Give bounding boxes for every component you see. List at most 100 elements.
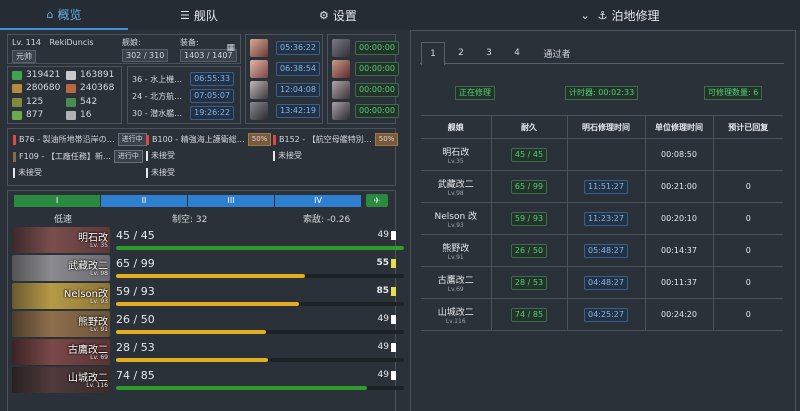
table-row: 明石改 Lv.35 45 / 45 00:08:50 bbox=[421, 138, 783, 171]
table-row: 熊野改 Lv.91 26 / 50 05:48:27 00:14:37 0 bbox=[421, 234, 783, 267]
hp-bar-fill bbox=[116, 274, 306, 278]
ship-row[interactable]: 熊野改 Lv. 91 26 / 50 49 bbox=[12, 311, 404, 337]
hp-value: 59 / 93 bbox=[510, 211, 548, 226]
sortie-button[interactable]: ✈ bbox=[366, 194, 388, 207]
tab-overview[interactable]: ⌂ 概览 bbox=[0, 0, 128, 30]
quests-panel: B76 - 製油所地帯沿岸の… 进行中 B100 - 精強海上護衛総… 50% B1… bbox=[7, 128, 399, 186]
unit-time: 00:08:50 bbox=[644, 138, 713, 171]
repair-fleet-tab-2[interactable]: 2 bbox=[449, 42, 473, 64]
tab-settings[interactable]: ⚙ 设置 bbox=[270, 0, 406, 30]
table-header: 舰娘 耐久 明石修理时间 单位修理时间 预计已回复 bbox=[421, 115, 783, 139]
expeditions-panel: 36 - 水上機… 06:55:33 24 - 北方航… 07:05:07 30 -… bbox=[127, 66, 241, 124]
quest-item[interactable]: 未接受 bbox=[146, 167, 175, 178]
table-row: 武藏改二 Lv.98 65 / 99 11:51:27 00:21:00 0 bbox=[421, 170, 783, 203]
ship-row[interactable]: 山城改二 Lv. 116 74 / 85 49 bbox=[12, 367, 404, 393]
fuel-icon bbox=[12, 70, 22, 80]
repair-tab-passed[interactable]: 通过者 bbox=[537, 42, 577, 64]
ship-row[interactable]: 武藏改二 Lv. 98 65 / 99 55 bbox=[12, 255, 404, 281]
bauxite-icon bbox=[66, 70, 76, 80]
quest-item[interactable]: B152 - 【航空母艦特別… 50% bbox=[273, 133, 399, 146]
unit-time: 00:24:20 bbox=[644, 298, 713, 331]
tab-anchorage-repair[interactable]: ⌄ ⚓ 泊地修理 bbox=[560, 0, 680, 30]
repair-fleet-tab-4[interactable]: 4 bbox=[505, 42, 529, 64]
akashi-time: 11:23:27 bbox=[584, 211, 628, 226]
quest-item[interactable]: 未接受 bbox=[146, 150, 175, 161]
repair-dock[interactable]: 13:42:19 bbox=[250, 102, 320, 120]
hp-value: 45 / 45 bbox=[510, 147, 548, 162]
construction-dock[interactable]: 00:00:00 bbox=[332, 39, 399, 57]
repair-status-badge: 正在修理 bbox=[455, 86, 495, 100]
recovered bbox=[712, 138, 783, 171]
resource-screw: 877 bbox=[12, 110, 43, 120]
ship-level: Lv. 35 bbox=[90, 242, 108, 249]
ship-hp: 26 / 50 bbox=[116, 313, 155, 326]
repair-docks-panel: 05:36:22 06:38:54 12:04:08 13:42:19 bbox=[245, 34, 323, 124]
quest-item[interactable]: F109 - 【工廠任務】新… 进行中 bbox=[13, 150, 143, 163]
admiral-info: Lv. 114 RekiDuncis bbox=[12, 38, 94, 47]
fleet-tab-1[interactable]: I bbox=[14, 195, 101, 207]
hp-bar bbox=[116, 246, 404, 250]
plane-icon: ✈ bbox=[373, 196, 381, 205]
hp-value: 26 / 50 bbox=[510, 243, 548, 258]
repair-fleet-tab-3[interactable]: 3 bbox=[477, 42, 501, 64]
ship-thumbnail bbox=[250, 60, 268, 78]
ship-row[interactable]: 古鷹改二 Lv. 69 28 / 53 49 bbox=[12, 339, 404, 365]
hp-bar bbox=[116, 330, 404, 334]
tab-fleet[interactable]: ☰ 舰队 bbox=[128, 0, 270, 30]
ship-morale: 85 bbox=[376, 286, 389, 296]
col-unit-time: 单位修理时间 bbox=[644, 115, 713, 139]
resource-devmat: 542 bbox=[66, 97, 97, 107]
ship-level: Lv.98 bbox=[447, 189, 464, 197]
fleet-tab-3[interactable]: III bbox=[188, 195, 275, 207]
resource-ammo: 280680 bbox=[12, 83, 60, 93]
admiral-rank: 元帅 bbox=[12, 50, 36, 63]
quest-item[interactable]: B76 - 製油所地帯沿岸の… 进行中 bbox=[13, 133, 147, 146]
quest-item[interactable]: 未接受 bbox=[273, 150, 302, 161]
ship-row[interactable]: 明石改 Lv. 35 45 / 45 49 bbox=[12, 227, 404, 253]
admiral-panel: Lv. 114 RekiDuncis 元帅 舰娘: 302 / 310 装备: … bbox=[7, 34, 241, 64]
repair-dock[interactable]: 05:36:22 bbox=[250, 39, 320, 57]
ship-level: Lv.93 bbox=[447, 221, 464, 229]
morale-indicator bbox=[391, 287, 396, 296]
morale-indicator bbox=[391, 315, 396, 324]
resources-panel: 319421 163891 280680 240368 125 542 877 … bbox=[7, 66, 122, 124]
tabs-divider bbox=[420, 63, 784, 64]
repair-fleet-tab-1[interactable]: 1 bbox=[421, 42, 445, 65]
ship-level: Lv.69 bbox=[447, 285, 464, 293]
hp-value: 65 / 99 bbox=[510, 179, 548, 194]
ship-level: Lv. 69 bbox=[90, 354, 108, 361]
construction-dock[interactable]: 00:00:00 bbox=[332, 60, 399, 78]
fleet-los: 索敌: -0.26 bbox=[303, 215, 351, 225]
akashi-time: 05:48:27 bbox=[584, 243, 628, 258]
calendar-icon[interactable]: ▦ bbox=[226, 43, 235, 53]
admiral-name: RekiDuncis bbox=[49, 38, 94, 47]
bucket-icon bbox=[12, 97, 22, 107]
hp-bar bbox=[116, 386, 404, 390]
construction-dock[interactable]: 00:00:00 bbox=[332, 102, 399, 120]
top-nav: ⌂ 概览 ☰ 舰队 ⚙ 设置 ⌄ ⚓ 泊地修理 bbox=[0, 0, 800, 30]
ship-row[interactable]: Nelson改 Lv. 93 59 / 93 85 bbox=[12, 283, 404, 309]
expedition-row[interactable]: 30 - 潜水艦… 19:26:22 bbox=[132, 106, 235, 120]
repair-dock[interactable]: 06:38:54 bbox=[250, 60, 320, 78]
fleet-tabs: I II III IV bbox=[14, 195, 362, 207]
fleet-tab-2[interactable]: II bbox=[101, 195, 188, 207]
expedition-row[interactable]: 24 - 北方航… 07:05:07 bbox=[132, 89, 235, 103]
hp-bar bbox=[116, 274, 404, 278]
quest-item[interactable]: 未接受 bbox=[13, 167, 42, 178]
ships-count-label: 舰娘: bbox=[122, 38, 141, 47]
resource-fuel: 319421 bbox=[12, 70, 60, 80]
hp-bar-fill bbox=[116, 246, 404, 250]
quest-item[interactable]: B100 - 精強海上護衛総… 50% bbox=[146, 133, 272, 146]
construction-dock[interactable]: 00:00:00 bbox=[332, 81, 399, 99]
repair-timer-badge: 计时器: 00:02:33 bbox=[565, 86, 639, 100]
fleet-tab-4[interactable]: IV bbox=[275, 195, 362, 207]
col-hp: 耐久 bbox=[490, 115, 567, 139]
gear-icon: ⚙ bbox=[319, 8, 329, 22]
ship-morale: 49 bbox=[377, 342, 389, 352]
expedition-row[interactable]: 36 - 水上機… 06:55:33 bbox=[132, 72, 235, 86]
recovered: 0 bbox=[712, 202, 783, 235]
repair-dock[interactable]: 12:04:08 bbox=[250, 81, 320, 99]
equip-count-label: 装备: bbox=[180, 38, 199, 47]
ship-thumbnail bbox=[250, 81, 268, 99]
unit-time: 00:21:00 bbox=[644, 170, 713, 203]
